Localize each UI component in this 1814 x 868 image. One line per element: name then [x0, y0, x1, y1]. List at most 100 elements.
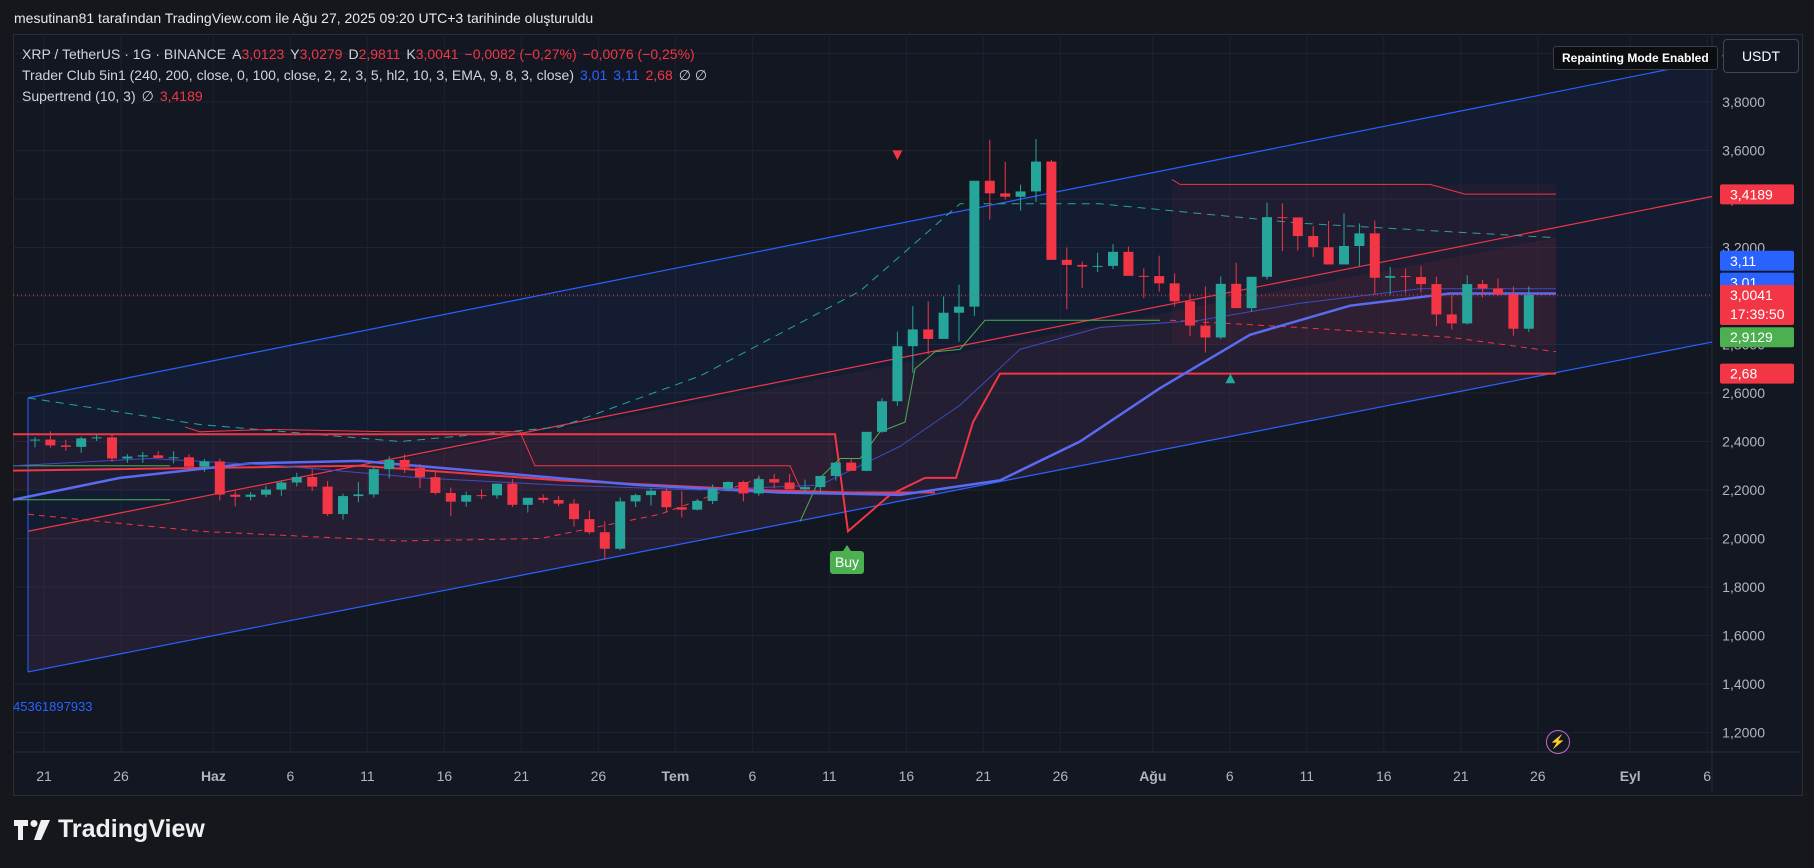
candle-body	[1400, 276, 1411, 278]
candle-body	[353, 494, 364, 497]
y-tick-label: 2,6000	[1722, 385, 1765, 401]
candle-body	[199, 461, 210, 467]
candle-body	[969, 180, 980, 307]
candle-body	[214, 461, 225, 495]
candle-body	[60, 445, 71, 447]
lightning-icon[interactable]: ⚡	[1546, 730, 1570, 754]
candle-body	[846, 462, 857, 471]
candle-body	[892, 346, 903, 402]
candle-body	[1138, 275, 1149, 277]
candle-body	[661, 490, 672, 508]
candle-body	[1431, 284, 1442, 315]
candle-body	[738, 482, 749, 494]
candle-body	[1185, 301, 1195, 326]
candle-body	[1416, 277, 1426, 285]
candle-body	[1385, 276, 1396, 278]
candle-body	[122, 456, 133, 459]
y-tick-label: 2,4000	[1722, 434, 1765, 450]
candle-body	[800, 487, 810, 490]
candle-body	[1339, 246, 1349, 265]
indicator-row-2[interactable]: Supertrend (10, 3) ∅ 3,4189	[22, 86, 707, 107]
x-tick-label: Ağu	[1139, 768, 1166, 784]
price-tag: 2,9129	[1730, 329, 1773, 345]
x-tick-label: 16	[437, 768, 453, 784]
price-change-2: −0,0076 (−0,25%)	[582, 46, 695, 62]
symbol-label[interactable]: XRP / TetherUS · 1G · BINANCE	[22, 44, 226, 65]
candle-body	[184, 457, 194, 467]
tradingview-logo-text: TradingView	[58, 815, 205, 843]
candle-body	[492, 483, 502, 496]
indicator-2-value: 3,4189	[159, 88, 203, 104]
tradingview-logo-icon	[14, 819, 50, 840]
ohlc-high-label: Y	[290, 46, 300, 62]
candle-body	[984, 180, 995, 194]
candle-body	[1493, 288, 1503, 295]
candlestick-chart[interactable]: 4,00003,80003,60003,40003,20003,00002,80…	[0, 0, 1814, 868]
x-tick-label: Tem	[662, 768, 690, 784]
candle-body	[938, 312, 949, 339]
candle-body	[877, 401, 887, 432]
x-tick-label: 21	[36, 768, 52, 784]
ohlc-low-label: D	[348, 46, 359, 62]
candle-body	[769, 479, 780, 483]
candle-body	[1477, 284, 1488, 289]
candle-body	[307, 476, 318, 487]
candle-body	[861, 431, 872, 471]
ohlc-low: D2,9811	[348, 44, 400, 65]
ohlc-high-value: 3,0279	[299, 46, 343, 62]
zone-box	[1172, 184, 1556, 345]
candle-body	[1369, 233, 1380, 278]
candle-body	[1354, 233, 1365, 247]
candle-body	[1323, 247, 1334, 265]
indicator-1-value-3: 2,68	[645, 67, 673, 83]
x-tick-label: 16	[1376, 768, 1392, 784]
x-tick-label: 26	[113, 768, 129, 784]
candle-body	[261, 489, 271, 495]
candle-body	[291, 476, 302, 483]
symbol-row: XRP / TetherUS · 1G · BINANCE A3,0123 Y3…	[22, 44, 707, 65]
candle-body	[522, 497, 533, 505]
indicator-row-1[interactable]: Trader Club 5in1 (240, 200, close, 0, 10…	[22, 65, 707, 86]
candle-body	[553, 499, 564, 504]
candle-body	[322, 486, 333, 515]
candle-body	[415, 467, 425, 478]
x-tick-label: 11	[360, 768, 375, 784]
lower-zone-box	[13, 434, 833, 491]
candle-body	[1523, 295, 1534, 329]
price-tag: 3,0041	[1730, 287, 1773, 303]
candle-body	[245, 494, 256, 497]
indicator-2-name[interactable]: Supertrend (10, 3)	[22, 86, 136, 107]
candle-body	[1000, 193, 1011, 197]
repaint-badge: Repainting Mode Enabled	[1553, 46, 1718, 70]
y-tick-label: 2,2000	[1722, 482, 1765, 498]
y-tick-label: 3,6000	[1722, 142, 1765, 158]
x-tick-label: 21	[1453, 768, 1469, 784]
currency-button[interactable]: USDT	[1723, 39, 1799, 73]
x-tick-label: 11	[1300, 768, 1315, 784]
candle-body	[1031, 161, 1041, 192]
candle-body	[1462, 284, 1473, 324]
tradingview-logo[interactable]: TradingView	[14, 815, 205, 844]
x-tick-label: Eyl	[1620, 768, 1641, 784]
candle-body	[1200, 325, 1211, 338]
x-tick-label: 26	[1053, 768, 1069, 784]
x-tick-label: 16	[899, 768, 915, 784]
candle-body	[923, 329, 934, 339]
candle-body	[1246, 276, 1257, 309]
indicator-1-name[interactable]: Trader Club 5in1 (240, 200, close, 0, 10…	[22, 65, 574, 86]
candle-body	[599, 532, 610, 549]
candle-body	[137, 455, 148, 457]
candle-body	[76, 438, 87, 447]
y-tick-label: 2,0000	[1722, 531, 1765, 547]
candle-body	[1231, 283, 1242, 309]
indicator-1-value-2: 3,11	[613, 67, 640, 83]
candle-body	[784, 482, 795, 490]
ohlc-open-value: 3,0123	[241, 46, 285, 62]
candle-body	[230, 494, 241, 497]
ohlc-close: K3,0041	[406, 44, 458, 65]
candle-body	[1015, 191, 1026, 197]
countdown-tag: 17:39:50	[1730, 306, 1785, 322]
candle-body	[276, 482, 287, 490]
candle-body	[107, 437, 117, 459]
candle-body	[753, 479, 764, 494]
